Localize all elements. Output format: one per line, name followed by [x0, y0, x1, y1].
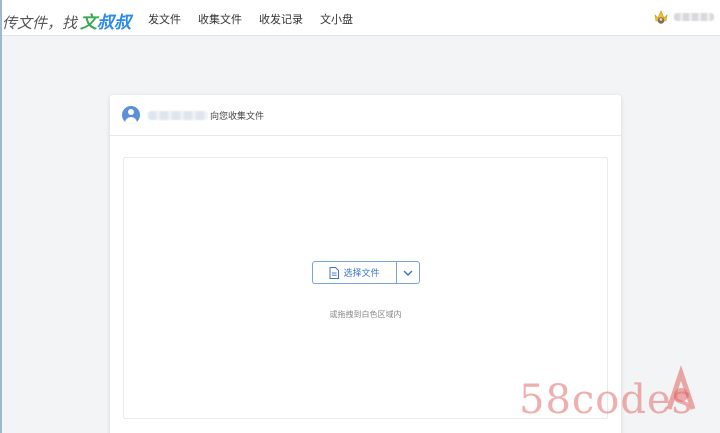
nav-item-cloud-disk[interactable]: 文小盘 [320, 11, 353, 27]
nav-item-collect-files[interactable]: 收集文件 [198, 11, 242, 27]
watermark-logo-icon [666, 365, 696, 410]
logo-slogan: 传文件，找 [2, 14, 78, 32]
chevron-down-icon [403, 270, 413, 276]
card-header: 向您收集文件 [110, 95, 621, 136]
select-file-label: 选择文件 [343, 269, 380, 279]
logo-brand-first: 文 [80, 13, 98, 33]
site-logo[interactable]: 传文件，找 文 叔叔 [2, 8, 131, 33]
nav-item-records[interactable]: 收发记录 [259, 11, 303, 27]
window-left-border [0, 0, 2, 433]
nav-item-send-files[interactable]: 发文件 [148, 11, 181, 27]
select-file-button[interactable]: 选择文件 [312, 261, 396, 284]
logo-brand-second: 叔叔 [97, 13, 132, 33]
upload-options-dropdown[interactable] [396, 261, 420, 284]
top-navigation-bar: 传文件，找 文 叔叔 发文件 收集文件 收发记录 文小盘 [0, 0, 720, 36]
file-icon [329, 266, 340, 279]
sender-name-blurred [148, 110, 208, 120]
crown-avatar-icon [654, 10, 668, 24]
select-file-group: 选择文件 [312, 261, 420, 284]
user-menu[interactable] [654, 9, 714, 25]
drag-drop-hint: 或拖拽到白色区域内 [329, 310, 402, 319]
user-avatar-icon [122, 106, 140, 124]
collect-request-text: 向您收集文件 [210, 111, 265, 122]
username-blurred [674, 13, 714, 21]
site-watermark: 58codes [519, 365, 719, 427]
main-nav: 发文件 收集文件 收发记录 文小盘 [148, 11, 370, 27]
